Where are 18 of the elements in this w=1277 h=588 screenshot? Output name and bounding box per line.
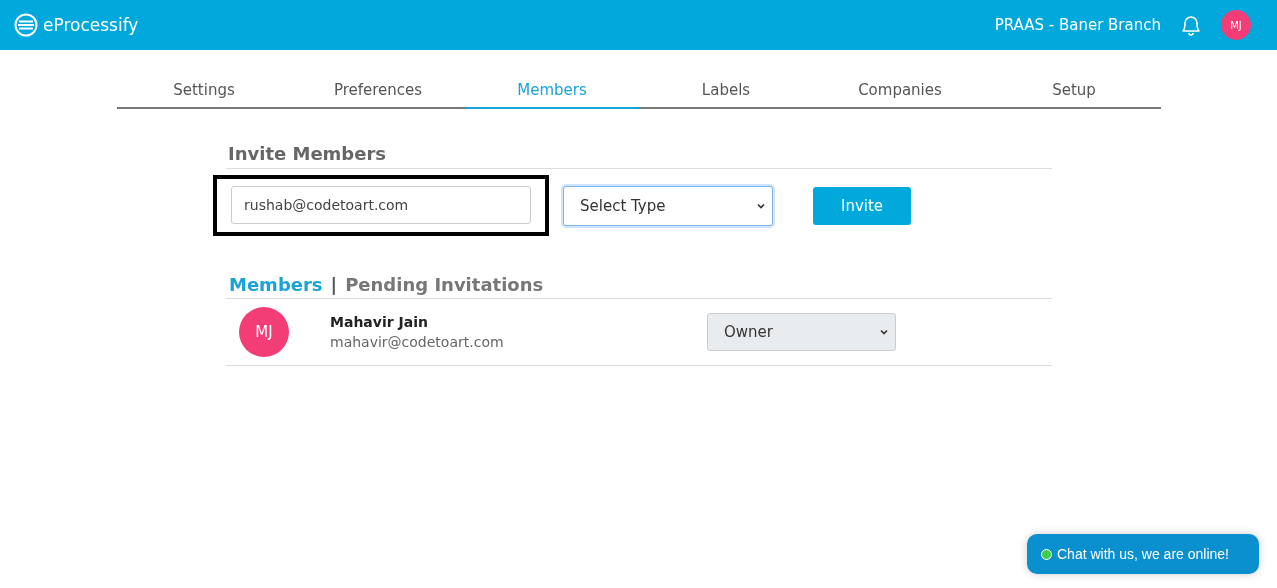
separator: | <box>330 274 338 295</box>
chat-button[interactable]: Chat with us, we are online! <box>1027 534 1259 574</box>
type-select[interactable]: Select Type <box>563 185 773 226</box>
logo-icon <box>14 13 38 37</box>
section-title: Invite Members <box>226 143 1052 169</box>
list-tab[interactable]: Pending Invitations <box>345 274 544 295</box>
chevron-icon <box>879 327 889 337</box>
tab[interactable]: Companies <box>813 76 987 109</box>
tab[interactable]: Preferences <box>291 76 465 109</box>
tab[interactable]: Settings <box>117 76 291 109</box>
member-email: mahavir@codetoart.com <box>330 334 505 350</box>
tab[interactable]: Setup <box>987 76 1161 109</box>
user-avatar[interactable]: MJ <box>1221 10 1251 40</box>
tab[interactable]: Labels <box>639 76 813 109</box>
member-name: Mahavir Jain <box>330 314 429 330</box>
member-avatar: MJ <box>239 307 289 357</box>
email-field[interactable]: rushab@codetoart.com <box>231 186 531 224</box>
role-select[interactable]: Owner <box>707 313 896 351</box>
